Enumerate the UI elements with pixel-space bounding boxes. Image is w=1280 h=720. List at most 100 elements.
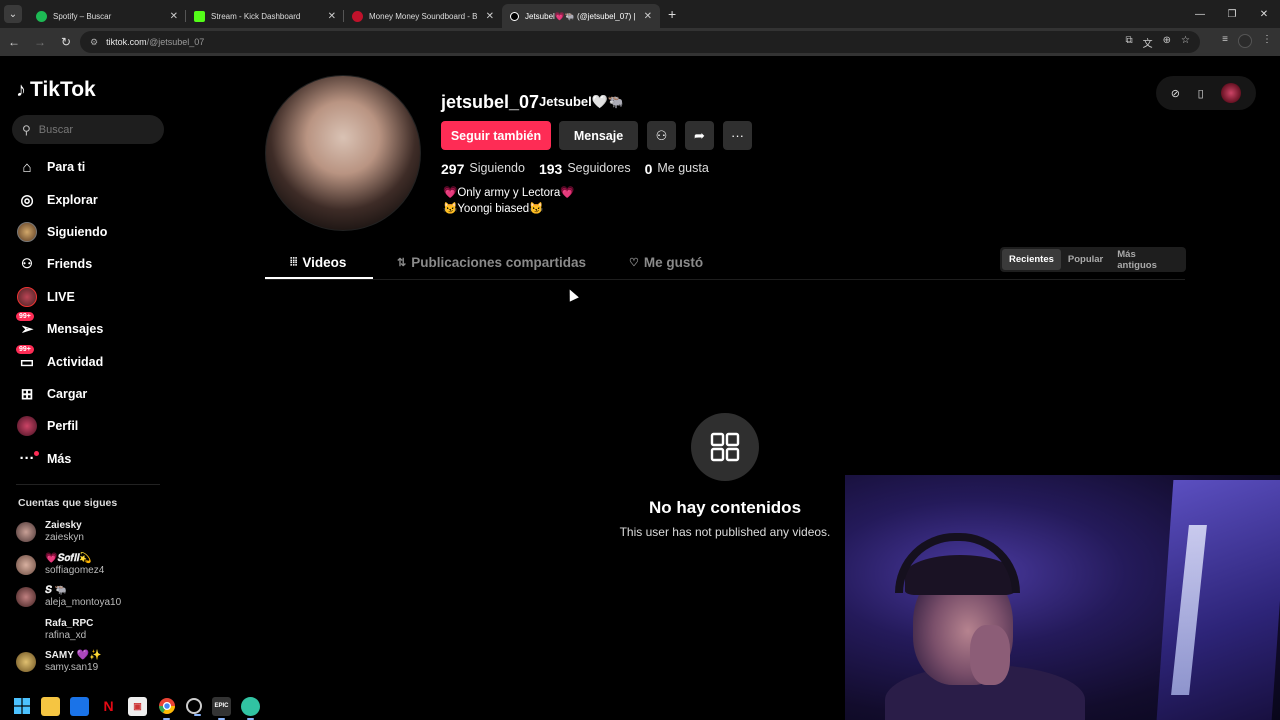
sidebar-item-para-ti[interactable]: ⌂ Para ti [16, 151, 107, 183]
epic-games-icon[interactable]: EPIC [212, 696, 231, 720]
profile-username: jetsubel_07 [441, 92, 540, 112]
sidebar-item-friends[interactable]: ⚇ Friends [16, 248, 107, 280]
media-controls-icon[interactable]: ≡ [1222, 34, 1228, 48]
grid-icon: ⦙⦙⦙ [290, 256, 298, 268]
follow-back-button[interactable]: Seguir también [441, 121, 551, 150]
messages-badge: 99+ [16, 312, 34, 322]
coin-icon[interactable]: ⊘ [1171, 87, 1180, 100]
translate-icon[interactable]: 文 [1143, 35, 1153, 50]
avatar [16, 522, 36, 543]
following-account[interactable]: 💗𝑺𝒐𝒇𝒊𝒊💫 soffiagomez4 [16, 549, 121, 582]
site-info-icon[interactable]: ⚙ [90, 37, 98, 48]
restore-icon[interactable]: ❐ [1216, 0, 1248, 28]
avatar [16, 554, 36, 575]
followers-label[interactable]: Seguidores [567, 161, 630, 177]
back-icon[interactable]: ← [2, 30, 26, 54]
add-user-icon: ⚇ [655, 127, 668, 143]
search-input[interactable]: ⚲ Buscar [12, 115, 164, 144]
following-accounts-list: Zaiesky zaieskyn 💗𝑺𝒐𝒇𝒊𝒊💫 soffiagomez4 𝑺 🐃 a… [16, 516, 121, 679]
calendar-icon[interactable] [70, 696, 89, 716]
windows-start-icon[interactable] [12, 697, 31, 716]
browser-tab-soundboard[interactable]: Money Money Soundboard - B ✕ [344, 4, 502, 28]
following-accounts-title: Cuentas que sigues [18, 497, 118, 509]
mouse-cursor [565, 287, 579, 302]
streamlabs-icon[interactable] [241, 696, 260, 720]
profile-avatar [265, 75, 421, 231]
following-account[interactable]: 𝑺 🐃 aleja_montoya10 [16, 581, 121, 614]
sort-segmented-control: Recientes Popular Más antiguos [1000, 247, 1186, 272]
sidebar-item-explorar[interactable]: ◎ Explorar [16, 183, 107, 215]
close-window-icon[interactable]: ✕ [1248, 0, 1280, 28]
netflix-icon[interactable]: N [99, 697, 118, 716]
browser-tab-spotify[interactable]: Spotify – Buscar ✕ [28, 4, 186, 28]
kick-favicon-icon [194, 10, 205, 22]
browser-tab-kick[interactable]: Stream - Kick Dashboard ✕ [186, 4, 344, 28]
following-account[interactable]: SAMY 💜✨ samy.san19 [16, 646, 121, 679]
sidebar-item-siguiendo[interactable]: Siguiendo [16, 216, 107, 248]
obs-icon[interactable] [186, 698, 202, 716]
forward-icon[interactable]: → [28, 30, 52, 54]
empty-state-subtitle: This user has not published any videos. [619, 525, 831, 539]
friends-icon: ⚇ [21, 256, 33, 272]
install-app-icon[interactable]: ⧉ [1126, 35, 1133, 50]
paint-icon[interactable]: ▣ [128, 696, 147, 716]
avatar [16, 587, 36, 608]
upload-icon: ⊞ [20, 385, 34, 403]
zoom-icon[interactable]: ⊕ [1163, 35, 1171, 50]
chrome-icon[interactable] [157, 697, 176, 720]
sidebar-item-mas[interactable]: ··· Más [16, 443, 107, 475]
sidebar-item-perfil[interactable]: Perfil [16, 410, 107, 442]
tab-videos[interactable]: ⦙⦙⦙ Videos [290, 246, 346, 279]
sidebar-item-mensajes[interactable]: ➢ 99+ Mensajes [16, 312, 107, 345]
tab-reposts[interactable]: ⇅ Publicaciones compartidas [397, 246, 586, 279]
minimize-icon[interactable]: — [1184, 0, 1216, 28]
ellipsis-icon: ··· [731, 128, 744, 143]
close-tab-icon[interactable]: ✕ [486, 11, 494, 22]
url-host: tiktok.com [106, 37, 147, 47]
sidebar-item-actividad[interactable]: ▭ 99+ Actividad [16, 344, 107, 377]
followers-count[interactable]: 193 [539, 161, 562, 177]
close-tab-icon[interactable]: ✕ [170, 11, 178, 22]
user-avatar[interactable] [1221, 83, 1242, 103]
following-count[interactable]: 297 [441, 161, 464, 177]
avatar [16, 652, 36, 673]
message-button[interactable]: Mensaje [559, 121, 638, 150]
share-button[interactable]: ➦ [685, 121, 714, 150]
heart-icon: ♡ [629, 257, 639, 269]
url-bar[interactable]: ⚙ tiktok.com /@jetsubel_07 ⧉ 文 ⊕ ☆ [80, 31, 1200, 53]
sidebar-item-cargar[interactable]: ⊞ Cargar [16, 378, 107, 410]
browser-tab-tiktok[interactable]: Jetsubel💗🐃 (@jetsubel_07) | ✕ [502, 4, 660, 28]
browser-profile-avatar[interactable] [1238, 34, 1252, 48]
following-label[interactable]: Siguiendo [469, 161, 525, 177]
likes-count: 0 [644, 161, 653, 177]
browser-menu-icon[interactable]: ⋮ [1262, 34, 1272, 48]
sidebar-item-live[interactable]: LIVE [16, 281, 107, 313]
tab-search-button[interactable]: ⌄ [4, 5, 22, 23]
new-tab-button[interactable]: + [668, 6, 676, 22]
bookmark-star-icon[interactable]: ☆ [1181, 35, 1190, 50]
file-explorer-icon[interactable] [41, 696, 60, 716]
messages-icon: ➢ 99+ [16, 312, 38, 340]
close-tab-icon[interactable]: ✕ [644, 11, 652, 22]
tab-title: Stream - Kick Dashboard [211, 11, 301, 21]
reload-icon[interactable]: ↻ [54, 30, 78, 54]
close-tab-icon[interactable]: ✕ [328, 11, 336, 22]
tiktok-logo[interactable]: ♪ TikTok [16, 78, 96, 102]
sort-recent[interactable]: Recientes [1002, 249, 1061, 270]
following-account[interactable]: Zaiesky zaieskyn [16, 516, 121, 549]
active-tab-underline [265, 277, 373, 279]
following-account[interactable]: Rafa_RPC rafina_xd [16, 614, 121, 647]
likes-label: Me gusta [657, 161, 709, 175]
windows-taskbar: N ▣ EPIC [0, 692, 845, 720]
tab-liked[interactable]: ♡ Me gustó [629, 246, 703, 279]
sort-oldest[interactable]: Más antiguos [1110, 249, 1184, 271]
tab-title: Jetsubel💗🐃 (@jetsubel_07) | [525, 11, 636, 21]
sort-popular[interactable]: Popular [1061, 249, 1110, 270]
activity-icon: ▭ 99+ [16, 344, 38, 373]
search-icon: ⚲ [22, 122, 31, 137]
tiktok-note-icon: ♪ [16, 78, 26, 101]
get-app-icon[interactable]: ▯ [1198, 87, 1204, 100]
more-options-button[interactable]: ··· [723, 121, 752, 150]
suggested-accounts-button[interactable]: ⚇ [647, 121, 676, 150]
tab-title: Spotify – Buscar [53, 11, 112, 21]
